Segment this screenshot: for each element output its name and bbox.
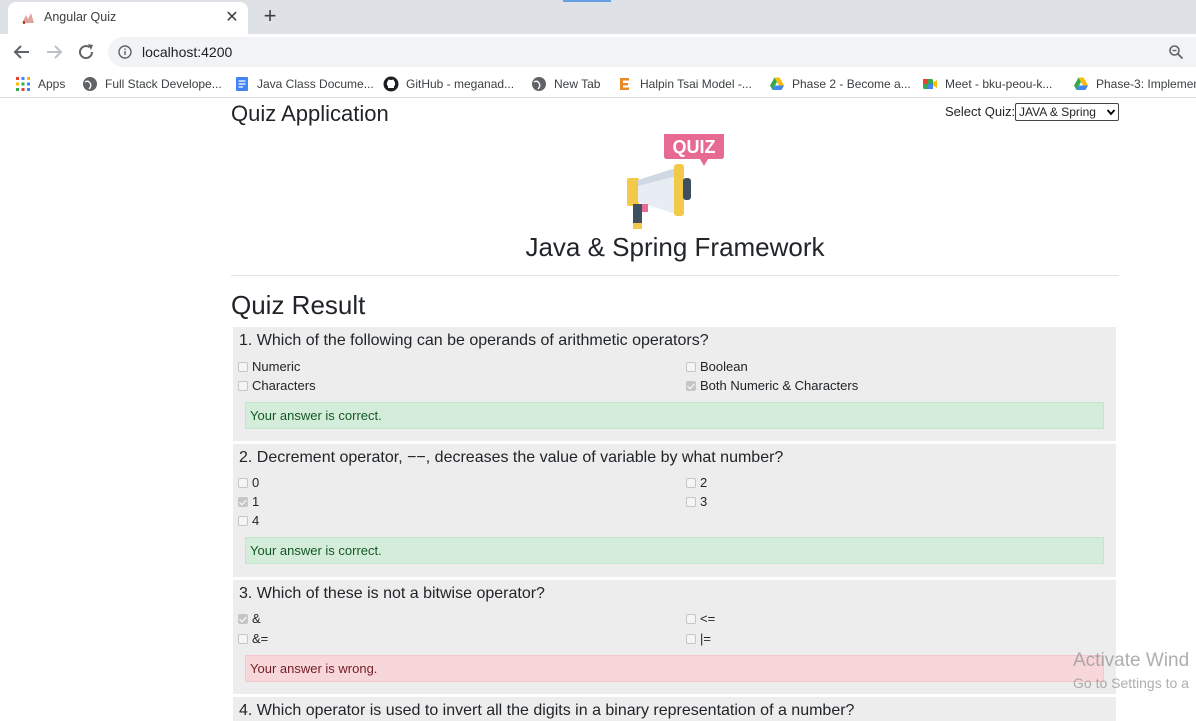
bookmark-label: Full Stack Develope... [105,77,222,91]
letter-e-icon [620,78,629,90]
bookmark-label: Meet - bku-peou-k... [945,77,1053,91]
bookmark-label: Java Class Docume... [257,77,374,91]
option-checkbox[interactable] [686,614,696,624]
option-label: Characters [252,378,316,393]
quiz-logo: QUIZ [620,134,730,232]
option-label: Numeric [252,359,301,374]
option-label: Both Numeric & Characters [700,378,859,393]
chevron-down-icon [1106,109,1116,116]
tab-title: Angular Quiz [44,10,117,24]
bookmark-label: Apps [38,77,66,91]
browser-tab[interactable]: Angular Quiz ✕ [8,2,248,34]
option-checkbox[interactable] [238,478,248,488]
option-label: 4 [252,513,260,528]
option-checkbox[interactable] [686,634,696,644]
option-label: <= [700,611,716,626]
bookmark-label: GitHub - meganad... [406,77,515,91]
option-checkbox[interactable] [238,516,248,526]
address-bar[interactable]: localhost:4200 [108,37,1196,67]
divider [231,275,1119,276]
option-checkbox[interactable] [686,362,696,372]
globe-icon [532,77,546,91]
question-card: 1. Which of the following can be operand… [233,327,1116,441]
close-tab-icon[interactable]: ✕ [222,8,242,28]
question-text: 3. Which of these is not a bitwise opera… [239,585,545,602]
bookmark-label: Halpin Tsai Model -... [640,77,752,91]
bookmark-label: Phase-3: Implemen [1096,77,1196,91]
question-card: 4. Which operator is used to invert all … [233,697,1116,721]
option-checkbox[interactable] [238,381,248,391]
globe-icon [83,77,97,91]
reload-icon[interactable] [74,40,98,64]
option-label: 0 [252,475,260,490]
option-checkbox[interactable] [686,497,696,507]
google-drive-icon [1074,77,1088,90]
question-text: 2. Decrement operator, −−, decreases the… [239,449,784,466]
option-checkbox[interactable] [238,362,248,372]
app-title: Quiz Application [231,101,389,126]
option-checkbox[interactable] [238,634,248,644]
option-label: &= [252,631,269,646]
bookmarks-bar: Apps Full Stack Develope... Java Class D… [0,70,1196,98]
option-label: Boolean [700,359,748,374]
tab-strip: Angular Quiz ✕ + [0,0,1196,34]
question-card: 2. Decrement operator, −−, decreases the… [233,444,1116,577]
bookmark-label: Phase 2 - Become a... [792,77,911,91]
option-label: 3 [700,494,708,509]
forward-arrow-icon[interactable] [42,40,66,64]
apps-grid-icon [16,77,30,91]
option-label: 1 [252,494,260,509]
option-label: 2 [700,475,708,490]
question-card: 3. Which of these is not a bitwise opera… [233,580,1116,694]
watermark-line-2: Go to Settings to a [1073,675,1189,691]
github-icon [383,76,399,92]
option-checkbox[interactable] [238,497,248,507]
quiz-select-dropdown[interactable]: JAVA & Spring [1015,103,1119,121]
option-label: |= [700,631,711,646]
watermark-line-1: Activate Wind [1073,650,1190,671]
option-checkbox[interactable] [686,381,696,391]
zoom-icon[interactable] [1168,44,1184,60]
logo-text: QUIZ [673,137,716,157]
loading-indicator [563,0,611,2]
answer-result-alert: Your answer is wrong. [245,655,1104,682]
select-label: Select Quiz: [945,104,1016,119]
page-content: Quiz Application Select Quiz: JAVA & Spr… [0,98,1196,721]
answer-result-alert: Your answer is correct. [245,402,1104,429]
option-checkbox[interactable] [238,614,248,624]
browser-toolbar: localhost:4200 [0,34,1196,70]
option-label: & [252,611,261,626]
google-meet-icon [923,79,937,89]
answer-result-alert: Your answer is correct. [245,537,1104,564]
question-text: 4. Which operator is used to invert all … [239,702,855,719]
url-text[interactable]: localhost:4200 [142,44,232,60]
document-icon [236,77,248,91]
quiz-name-heading: Java & Spring Framework [525,232,825,262]
megaphone-icon: QUIZ [627,134,724,229]
question-text: 1. Which of the following can be operand… [239,332,709,349]
quiz-selector: Select Quiz: JAVA & Spring [945,103,1119,121]
google-drive-icon [770,77,784,90]
back-arrow-icon[interactable] [10,40,34,64]
option-checkbox[interactable] [686,478,696,488]
new-tab-button[interactable]: + [258,4,282,28]
bookmark-label: New Tab [554,77,601,91]
quiz-select-value: JAVA & Spring [1019,105,1096,119]
result-title: Quiz Result [231,290,366,320]
angular-favicon-icon [22,13,34,24]
windows-activation-watermark: Activate Wind Go to Settings to a [1073,650,1189,691]
site-info-icon[interactable] [118,45,132,59]
